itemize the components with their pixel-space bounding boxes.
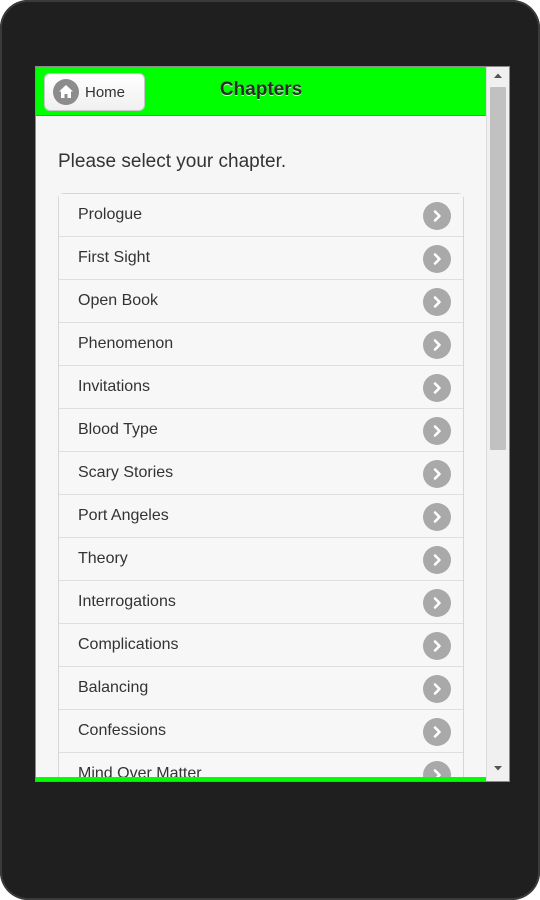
vertical-scrollbar[interactable] xyxy=(486,67,509,781)
chapter-item[interactable]: Confessions xyxy=(59,710,463,753)
chapter-item-label: Scary Stories xyxy=(78,464,174,481)
chapter-item[interactable]: Interrogations xyxy=(59,581,463,624)
home-button-label: Home xyxy=(85,83,126,101)
chapter-item-label: Blood Type xyxy=(78,421,158,438)
chapter-item-label: Complications xyxy=(78,636,179,653)
chevron-right-icon xyxy=(423,417,451,445)
footer-accent-line xyxy=(36,777,486,781)
chapter-item-label: Port Angeles xyxy=(78,507,169,524)
chapter-item[interactable]: Scary Stories xyxy=(59,452,463,495)
chapter-item[interactable]: Balancing xyxy=(59,667,463,710)
chevron-right-icon xyxy=(423,589,451,617)
chapter-item[interactable]: Blood Type xyxy=(59,409,463,452)
chevron-right-icon xyxy=(423,288,451,316)
chapter-item[interactable]: First Sight xyxy=(59,237,463,280)
home-button[interactable]: Home xyxy=(44,73,145,111)
chapter-item-label: Prologue xyxy=(78,206,143,223)
chevron-right-icon xyxy=(423,460,451,488)
chapter-item[interactable]: Phenomenon xyxy=(59,323,463,366)
chapter-item-label: Phenomenon xyxy=(78,335,174,352)
chevron-right-icon xyxy=(423,718,451,746)
chapter-item-label: Confessions xyxy=(78,722,167,739)
chapter-item[interactable]: Theory xyxy=(59,538,463,581)
chapter-item-label: Theory xyxy=(78,550,128,567)
chevron-right-icon xyxy=(423,546,451,574)
home-icon xyxy=(53,79,79,105)
chapter-list: Prologue First Sight Open Book Phenomeno… xyxy=(58,193,464,781)
chevron-right-icon xyxy=(423,374,451,402)
header-bar: Home Chapters xyxy=(36,67,486,116)
chapter-item-label: Invitations xyxy=(78,378,151,395)
scroll-down-arrow-icon[interactable] xyxy=(491,761,505,775)
chevron-right-icon xyxy=(423,503,451,531)
chapter-item-label: Open Book xyxy=(78,292,159,309)
chevron-right-icon xyxy=(423,245,451,273)
chevron-right-icon xyxy=(423,675,451,703)
page-title: Chapters xyxy=(219,79,303,100)
chevron-right-icon xyxy=(423,632,451,660)
app-screen: Home Chapters Please select your chapter… xyxy=(35,66,510,782)
chapter-item-label: Interrogations xyxy=(78,593,176,610)
device-frame: Home Chapters Please select your chapter… xyxy=(0,0,540,900)
chapter-item[interactable]: Prologue xyxy=(59,194,463,237)
chapter-item[interactable]: Open Book xyxy=(59,280,463,323)
scrollbar-thumb[interactable] xyxy=(490,87,506,450)
chapter-item[interactable]: Complications xyxy=(59,624,463,667)
instruction-text: Please select your chapter. xyxy=(58,151,287,172)
chapter-item-label: Balancing xyxy=(78,679,149,696)
chapter-item-label: First Sight xyxy=(78,249,151,266)
chevron-right-icon xyxy=(423,202,451,230)
chapter-item[interactable]: Invitations xyxy=(59,366,463,409)
chevron-right-icon xyxy=(423,331,451,359)
chapter-item[interactable]: Port Angeles xyxy=(59,495,463,538)
scroll-up-arrow-icon[interactable] xyxy=(491,69,505,83)
